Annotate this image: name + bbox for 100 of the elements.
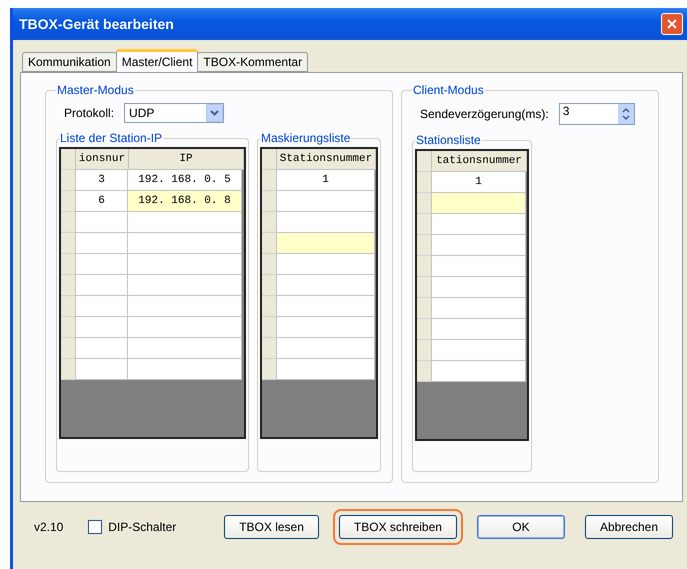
tab[interactable]: Kommunikation bbox=[22, 52, 117, 72]
table-cell[interactable] bbox=[128, 317, 242, 338]
table-cell[interactable] bbox=[76, 254, 128, 275]
row-header[interactable] bbox=[417, 340, 432, 361]
row-header[interactable] bbox=[61, 254, 76, 275]
row-header[interactable] bbox=[262, 359, 277, 380]
row-header[interactable] bbox=[417, 172, 432, 193]
dialog-button[interactable]: TBOX schreiben bbox=[338, 515, 457, 539]
table-cell[interactable]: 3 bbox=[76, 170, 128, 191]
dialog-button[interactable]: TBOX lesen bbox=[224, 515, 319, 539]
row-header[interactable] bbox=[417, 361, 432, 382]
row-header[interactable] bbox=[417, 235, 432, 256]
table-cell[interactable] bbox=[128, 296, 242, 317]
corner-header bbox=[417, 151, 432, 172]
up-down-arrows-icon bbox=[622, 107, 630, 121]
table-cell[interactable] bbox=[128, 254, 242, 275]
dialog-button[interactable]: Abbrechen bbox=[584, 515, 673, 539]
table-cell[interactable] bbox=[128, 359, 242, 380]
row-header[interactable] bbox=[61, 338, 76, 359]
table-cell[interactable] bbox=[277, 275, 375, 296]
table-cell[interactable]: 1 bbox=[432, 172, 526, 193]
table-cell[interactable]: 192. 168. 0. 8 bbox=[128, 191, 242, 212]
tab[interactable]: TBOX-Kommentar bbox=[197, 52, 308, 72]
checkbox-label: DIP-Schalter bbox=[108, 520, 176, 534]
row-header[interactable] bbox=[262, 170, 277, 191]
table-cell[interactable] bbox=[128, 212, 242, 233]
row-header[interactable] bbox=[61, 275, 76, 296]
table-cell[interactable] bbox=[432, 361, 526, 382]
table-cell[interactable] bbox=[432, 319, 526, 340]
table-cell[interactable] bbox=[432, 235, 526, 256]
row-header[interactable] bbox=[262, 338, 277, 359]
group-title: Client-Modus bbox=[412, 83, 485, 97]
table-cell[interactable] bbox=[76, 233, 128, 254]
table-cell[interactable] bbox=[277, 212, 375, 233]
row-header[interactable] bbox=[61, 191, 76, 212]
window-title: TBOX-Gerät bearbeiten bbox=[19, 16, 174, 32]
table-cell[interactable] bbox=[76, 359, 128, 380]
table-cell[interactable] bbox=[76, 275, 128, 296]
table-cell[interactable] bbox=[432, 214, 526, 235]
table-cell[interactable] bbox=[432, 256, 526, 277]
table-cell[interactable] bbox=[76, 338, 128, 359]
spin-buttons[interactable] bbox=[618, 104, 634, 124]
dropdown-button[interactable] bbox=[206, 104, 224, 122]
table-cell[interactable]: 1 bbox=[277, 170, 375, 191]
row-header[interactable] bbox=[262, 233, 277, 254]
column-header[interactable]: tationsnummer bbox=[432, 151, 527, 172]
row-header[interactable] bbox=[417, 319, 432, 340]
table-cell[interactable] bbox=[277, 296, 375, 317]
column-header[interactable]: ionsnur bbox=[76, 149, 129, 170]
table-cell[interactable] bbox=[277, 191, 375, 212]
protocol-dropdown[interactable]: UDP bbox=[124, 103, 224, 123]
table-cell[interactable] bbox=[277, 338, 375, 359]
table-cell[interactable] bbox=[128, 338, 242, 359]
table-cell[interactable] bbox=[277, 254, 375, 275]
row-header[interactable] bbox=[417, 193, 432, 214]
version-label: v2.10 bbox=[34, 520, 64, 534]
row-header[interactable] bbox=[61, 296, 76, 317]
table-cell[interactable]: 192. 168. 0. 5 bbox=[128, 170, 242, 191]
group-title: Master-Modus bbox=[56, 83, 135, 97]
column-header[interactable]: IP bbox=[129, 149, 244, 170]
column-header[interactable]: Stationsnummer bbox=[277, 149, 376, 170]
group-title: Stationsliste bbox=[415, 133, 482, 147]
table-cell[interactable] bbox=[277, 359, 375, 380]
dialog-button[interactable]: OK bbox=[476, 515, 565, 539]
row-header[interactable] bbox=[262, 191, 277, 212]
tab[interactable]: Master/Client bbox=[116, 49, 198, 72]
row-header[interactable] bbox=[417, 256, 432, 277]
corner-header bbox=[262, 149, 277, 170]
table-cell[interactable] bbox=[128, 275, 242, 296]
row-header[interactable] bbox=[417, 214, 432, 235]
table-cell[interactable] bbox=[76, 317, 128, 338]
table-cell[interactable] bbox=[432, 193, 526, 214]
row-header[interactable] bbox=[262, 317, 277, 338]
row-header[interactable] bbox=[262, 275, 277, 296]
row-header[interactable] bbox=[262, 212, 277, 233]
row-header[interactable] bbox=[61, 233, 76, 254]
row-header[interactable] bbox=[61, 359, 76, 380]
row-header[interactable] bbox=[61, 170, 76, 191]
table-cell[interactable] bbox=[277, 233, 375, 254]
row-header[interactable] bbox=[262, 254, 277, 275]
row-header[interactable] bbox=[417, 277, 432, 298]
delay-label: Sendeverzögerung(ms): bbox=[420, 107, 549, 121]
row-header[interactable] bbox=[61, 212, 76, 233]
table-cell[interactable] bbox=[432, 277, 526, 298]
row-header[interactable] bbox=[262, 296, 277, 317]
table-cell[interactable] bbox=[432, 340, 526, 361]
table-cell[interactable] bbox=[432, 298, 526, 319]
table-cell[interactable] bbox=[76, 212, 128, 233]
table-cell[interactable] bbox=[128, 233, 242, 254]
delay-spinner[interactable]: 3 bbox=[558, 103, 635, 125]
group-title: Maskierungsliste bbox=[260, 131, 352, 145]
protocol-label: Protokoll: bbox=[64, 106, 114, 120]
checkbox[interactable] bbox=[88, 520, 102, 534]
row-header[interactable] bbox=[61, 317, 76, 338]
table-cell[interactable] bbox=[76, 296, 128, 317]
table-cell[interactable] bbox=[277, 317, 375, 338]
group-title: Liste der Station-IP bbox=[59, 131, 164, 145]
table-cell[interactable]: 6 bbox=[76, 191, 128, 212]
close-button[interactable] bbox=[661, 13, 683, 35]
row-header[interactable] bbox=[417, 298, 432, 319]
